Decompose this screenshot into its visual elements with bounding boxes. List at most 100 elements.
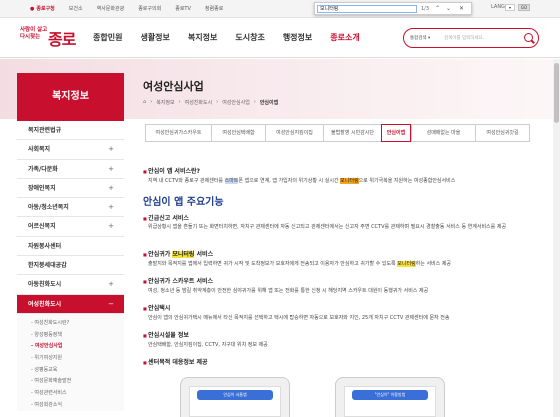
- nav-admin[interactable]: 행정정보: [283, 32, 312, 43]
- breadcrumb: ⌂ › 복지정보 › 여성친화도시 › 여성안심사업 › 안심이앱: [143, 99, 279, 106]
- site-search: 통합검색 ▾ 검색어를 입력하세요.: [403, 28, 539, 48]
- section-body: 여성, 청소년 등 밤길 취약계층이 안전한 심야귀가를 위해 앱 또는 전화를…: [148, 288, 429, 294]
- search-input[interactable]: 검색어를 입력하세요.: [444, 35, 484, 41]
- section-heading: 안심이 앱 서비스란?: [143, 166, 200, 175]
- sub-item-crisis-support[interactable]: - 위기여성지원: [17, 353, 124, 365]
- find-next-icon[interactable]: ⌄: [446, 5, 451, 12]
- find-count: 1/3: [421, 6, 430, 12]
- side-item-senior[interactable]: 어르신복지 +: [17, 217, 124, 237]
- utility-link-jongno[interactable]: ● 종로구청: [30, 5, 55, 12]
- lang-label: LANG: [491, 4, 505, 10]
- side-item-family[interactable]: 가족/다문화 +: [17, 160, 124, 179]
- lang-select[interactable]: ▾: [505, 4, 515, 11]
- minus-icon: −: [108, 299, 114, 308]
- site-header: 사람이 살고 다시찾는 종로 종합민원 생활정보 복지정보 도시창조 행정정보 …: [0, 18, 560, 58]
- nav-life[interactable]: 생활정보: [140, 32, 169, 43]
- breadcrumb-item[interactable]: 복지정보: [156, 99, 174, 106]
- phone-image: "안심이" 이용방법: [335, 377, 445, 417]
- plus-icon: +: [108, 164, 114, 173]
- sub-item-women-hall-news[interactable]: - 여성회관소식: [17, 400, 124, 412]
- section-heading: 안심시설물 정보: [143, 330, 189, 339]
- side-item-generation[interactable]: 한지붕세대공감: [17, 256, 124, 276]
- section-body: 지역 내 CCTV와 종로구 관제센터를 스마트폰 앱으로 연계, 앱 가입자의…: [148, 178, 456, 184]
- main-nav: 종합민원 생활정보 복지정보 도시창조 행정정보 종로소개: [93, 32, 378, 43]
- side-item-social[interactable]: 사회복지 +: [17, 140, 124, 160]
- utility-bar: ● 종로구청 보건소 역사문화관광 종로구의회 종로TV 청렴종로 모니터링 1/…: [0, 0, 560, 18]
- page-title: 여성안심사업: [143, 80, 204, 93]
- home-icon: ●: [30, 6, 35, 12]
- side-submenu: - 여성친화도시란? - 양성평등정책 - 여성안심사업 - 위기여성지원 - …: [17, 313, 124, 412]
- side-item-laws[interactable]: 복지관련법규: [17, 121, 124, 141]
- section-heading: 긴급신고 서비스: [143, 213, 189, 222]
- breadcrumb-item[interactable]: 여성친화도시: [185, 99, 213, 106]
- side-item-child-city[interactable]: 아동친화도시 +: [17, 275, 124, 295]
- logo-slogan: 사람이 살고 다시찾는: [20, 27, 48, 40]
- site-logo[interactable]: 사람이 살고 다시찾는 종로: [20, 26, 78, 50]
- tab-safe-parcel-box[interactable]: 여성안심택배함: [211, 124, 265, 142]
- search-highlight: 모니터링: [172, 251, 195, 258]
- section-body: 안심이 앱의 안심귀가택시 메뉴에서 타신 목적지를 선택하고 택시에 탑승하면…: [148, 315, 450, 321]
- content-tabs: 여성안심귀가스카우트 여성안심택배함 여성안심지킴이집 불법촬영 시민감시단 안…: [145, 124, 530, 142]
- phone-label: 안심이 서울앱: [197, 390, 273, 400]
- section-heading: 센터목적 데응정보 제공: [143, 357, 207, 366]
- tab-safe-return-scout[interactable]: 여성안심귀가스카우트: [145, 124, 211, 142]
- sub-item-women-services[interactable]: - 여성관련서비스: [17, 388, 124, 400]
- utility-link-culture[interactable]: 역사문화관광: [97, 5, 125, 12]
- section-title: 복지정보: [17, 73, 124, 121]
- plus-icon: +: [108, 222, 114, 231]
- sub-item-women-city-intro[interactable]: - 여성친화도시란?: [17, 318, 124, 330]
- search-highlight: 스마트: [224, 178, 239, 184]
- find-input[interactable]: 모니터링: [317, 5, 417, 13]
- phone-image: 안심이 서울앱: [180, 377, 290, 417]
- plus-icon: +: [108, 203, 114, 212]
- sub-item-equality-edu[interactable]: - 성평등교육: [17, 365, 124, 377]
- side-item-youth[interactable]: 아동/청소년복지 +: [17, 198, 124, 218]
- utility-link-integrity[interactable]: 청렴종로: [205, 5, 223, 12]
- tab-no-prostitution-village[interactable]: 성매매없는 마을: [411, 124, 475, 142]
- side-menu: 복지관련법규 사회복지 + 가족/다문화 + 장애인복지 + 아동/청소년복지 + 어르…: [17, 121, 124, 417]
- search-icon[interactable]: [524, 33, 533, 42]
- plus-icon: +: [108, 145, 114, 154]
- sub-item-women-culture[interactable]: - 여성문화예술발전: [17, 376, 124, 388]
- section-body: 위급상황시 앱을 흔들기 또는 화면터치하면, 자치구 관제센터에 자동 신고되…: [148, 224, 507, 230]
- find-prev-icon[interactable]: ⌃: [435, 5, 440, 12]
- sub-item-women-safety[interactable]: - 여성안심사업: [17, 341, 124, 353]
- page-scrollbar[interactable]: [553, 59, 560, 417]
- main-features-heading: 안심이 앱 주요기능: [143, 197, 224, 208]
- breadcrumb-current: 안심이앱: [259, 100, 279, 106]
- logo-wordmark: 종로: [48, 30, 76, 49]
- breadcrumb-home-icon[interactable]: ⌂: [143, 99, 146, 106]
- tab-spycam-watch[interactable]: 불법촬영 시민감시단: [323, 124, 381, 142]
- breadcrumb-item[interactable]: 여성안심사업: [222, 99, 250, 106]
- section-heading: 안심택시: [143, 303, 170, 312]
- side-item-women-city[interactable]: 여성친화도시 −: [17, 294, 124, 314]
- plus-icon: +: [108, 280, 114, 289]
- utility-link-tv[interactable]: 종로TV: [175, 5, 191, 12]
- lang-go-button[interactable]: GO: [518, 4, 530, 11]
- tab-safe-return-road[interactable]: 여성안심귀갓길: [475, 124, 530, 142]
- nav-city[interactable]: 도시창조: [235, 32, 264, 43]
- nav-about[interactable]: 종로소개: [330, 32, 359, 43]
- scrollbar-thumb[interactable]: [554, 63, 559, 123]
- tab-ansimi-app[interactable]: 안심이앱: [381, 124, 411, 142]
- utility-link-health[interactable]: 보건소: [69, 5, 83, 12]
- utility-links: ● 종로구청 보건소 역사문화관광 종로구의회 종로TV 청렴종로: [30, 5, 223, 12]
- side-item-disability[interactable]: 장애인복지 +: [17, 179, 124, 199]
- search-highlight-current: 모니터링: [340, 178, 359, 184]
- main-content: 여성안심사업 ⌂ › 복지정보 › 여성친화도시 › 여성안심사업 › 안심이앱…: [143, 59, 560, 417]
- app-screenshots: 안심이 서울앱 "안심이" 이용방법: [180, 377, 490, 417]
- section-body: 안심택배함, 안심지킴이집, CCTV, 지구대 위치 정보 제공: [148, 342, 268, 348]
- find-close-icon[interactable]: ✕: [459, 5, 464, 12]
- section-heading: 안심귀가 모니터링 서비스: [143, 249, 213, 258]
- search-scope-select[interactable]: 통합검색 ▾: [410, 35, 430, 41]
- utility-link-council[interactable]: 종로구의회: [138, 5, 161, 12]
- find-in-page-bar: 모니터링 1/3 ⌃ ⌄ ✕: [314, 2, 472, 15]
- tab-safe-guard-house[interactable]: 여성안심지킴이집: [265, 124, 323, 142]
- section-body: 출발지와 목적지를 앱에서 입력하면 귀가 시작 및 도착정보가 보호자에게 전…: [148, 261, 452, 267]
- phone-label: "안심이" 이용방법: [352, 390, 428, 400]
- nav-civil[interactable]: 종합민원: [93, 32, 122, 43]
- side-item-volunteer[interactable]: 자원봉사센터: [17, 237, 124, 257]
- search-highlight: 모니터링: [397, 261, 416, 267]
- sub-item-equality-policy[interactable]: - 양성평등정책: [17, 330, 124, 342]
- nav-welfare[interactable]: 복지정보: [188, 32, 217, 43]
